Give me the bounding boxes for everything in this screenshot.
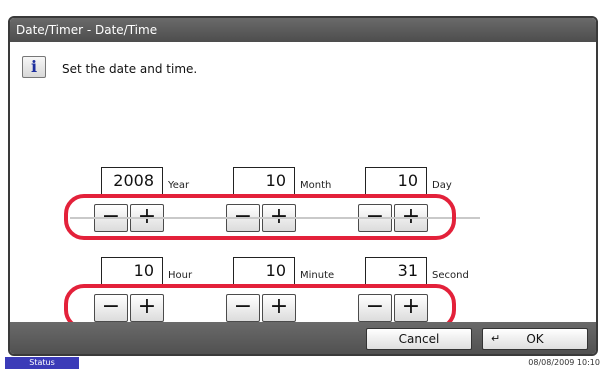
date-steppers-highlight: [64, 194, 456, 240]
year-unit-label: Year: [168, 180, 190, 191]
second-value[interactable]: 31: [365, 257, 427, 285]
day-value[interactable]: 10: [365, 167, 427, 195]
month-unit-label: Month: [300, 180, 332, 191]
dialog-footer: Cancel ↵ OK: [10, 322, 596, 354]
hour-value[interactable]: 10: [101, 257, 163, 285]
month-value[interactable]: 10: [233, 167, 295, 195]
year-value[interactable]: 2008: [101, 167, 163, 195]
hour-unit-label: Hour: [168, 270, 193, 281]
dialog-content: i Set the date and time. 2008 Year − + 1…: [10, 42, 596, 330]
ok-button-label: OK: [526, 332, 544, 346]
instruction-text: Set the date and time.: [62, 62, 198, 76]
enter-icon: ↵: [491, 332, 501, 345]
dialog-title: Date/Timer - Date/Time: [10, 18, 596, 42]
minute-value[interactable]: 10: [233, 257, 295, 285]
minute-unit-label: Minute: [300, 270, 335, 281]
ok-button[interactable]: ↵ OK: [482, 328, 588, 350]
status-datetime: 08/08/2009 10:10: [528, 358, 600, 367]
info-icon: i: [22, 56, 46, 78]
day-unit-label: Day: [432, 180, 452, 191]
status-bar: Status 08/08/2009 10:10: [0, 357, 606, 369]
cancel-button[interactable]: Cancel: [366, 328, 472, 350]
status-tab[interactable]: Status: [5, 357, 79, 369]
device-screen: Date/Timer - Date/Time i Set the date an…: [0, 0, 606, 369]
date-time-dialog: Date/Timer - Date/Time i Set the date an…: [8, 16, 598, 356]
second-unit-label: Second: [432, 270, 469, 281]
